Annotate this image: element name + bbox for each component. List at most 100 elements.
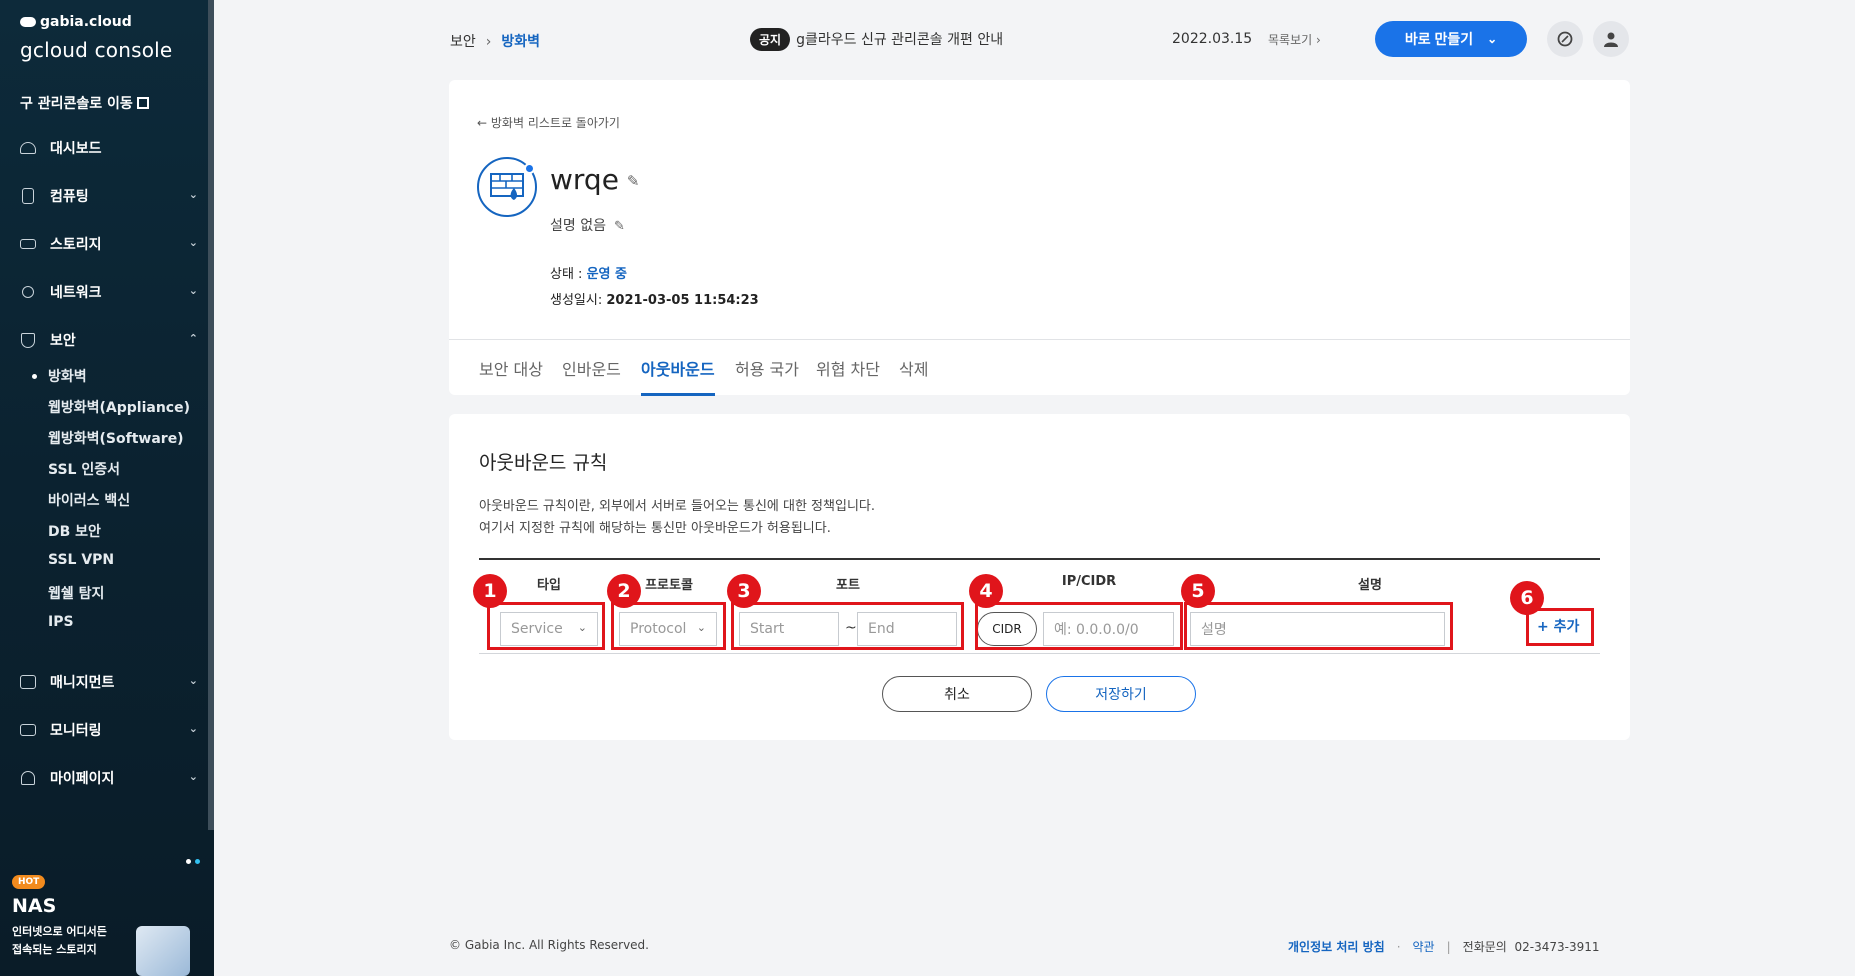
sidebar-sub-ssl-vpn[interactable]: SSL VPN (48, 552, 114, 568)
chevron-down-icon: ⌄ (188, 188, 198, 201)
status-dot (524, 163, 535, 174)
management-icon (18, 674, 38, 690)
sidebar-item-network[interactable]: 네트워크 ⌄ (18, 278, 198, 306)
detail-tabs: 보안 대상 인바운드 아웃바운드 허용 국가 위협 차단 삭제 (449, 339, 1630, 396)
edit-description-icon[interactable]: ✎ (614, 219, 625, 234)
notice-banner[interactable]: 공지 g클라우드 신규 관리콘솔 개편 안내 (750, 28, 1003, 51)
tab-threat-block[interactable]: 위협 차단 (816, 356, 880, 396)
sidebar-item-computing[interactable]: 컴퓨팅 ⌄ (18, 182, 198, 210)
tab-inbound[interactable]: 인바운드 (562, 356, 621, 396)
annotation-badge-3: 3 (727, 574, 761, 608)
annotation-box-4 (975, 602, 1183, 650)
phone-label: 전화문의 (1462, 940, 1507, 954)
tab-outbound[interactable]: 아웃바운드 (641, 356, 715, 396)
network-icon (18, 284, 38, 300)
arrow-left-icon: ← (477, 116, 488, 130)
terms-link[interactable]: 약관 (1413, 940, 1435, 954)
dashboard-icon (18, 140, 38, 156)
tab-allowed-countries[interactable]: 허용 국가 (735, 356, 799, 396)
promo-pager[interactable] (186, 852, 204, 868)
sidebar-sub-webshell[interactable]: 웹쉘 탐지 (48, 583, 104, 603)
copyright: © Gabia Inc. All Rights Reserved. (449, 938, 649, 952)
phone-number: 02-3473-3911 (1514, 940, 1600, 954)
annotation-badge-6: 6 (1510, 581, 1544, 615)
created-value: 2021-03-05 11:54:23 (606, 293, 759, 308)
external-link-icon (136, 97, 149, 109)
profile-button[interactable] (1593, 21, 1629, 57)
sidebar-sub-db-security[interactable]: DB 보안 (48, 521, 101, 541)
section-description: 아웃바운드 규칙이란, 외부에서 서버로 들어오는 통신에 대한 정책입니다. … (479, 499, 875, 536)
rules-table: 타입 프로토콜 포트 IP/CIDR 설명 Service ⌄ Protocol ⌄… (473, 558, 1600, 654)
section-title: 아웃바운드 규칙 (479, 452, 608, 474)
notice-list-link[interactable]: 목록보기 › (1268, 31, 1321, 48)
chevron-down-icon: ⌄ (188, 674, 198, 687)
breadcrumb-parent[interactable]: 보안 (450, 34, 476, 50)
topbar: 보안 › 방화벽 공지 g클라우드 신규 관리콘솔 개편 안내 2022.03.15 … (214, 0, 1855, 80)
quick-create-button[interactable]: 바로 만들기 ⌄ (1375, 21, 1527, 57)
chevron-down-icon: ⌄ (1487, 32, 1498, 46)
header-protocol: 프로토콜 (645, 578, 693, 593)
notice-text: g클라우드 신규 관리콘솔 개편 안내 (796, 32, 1004, 48)
sidebar-sub-waf-software[interactable]: 웹방화벽(Software) (48, 428, 184, 448)
annotation-box-2 (611, 602, 726, 650)
cloud-icon (20, 17, 36, 27)
sidebar: gabia.cloud gcloud console 구 관리콘솔로 이동 대시… (0, 0, 214, 976)
cancel-button[interactable]: 취소 (882, 676, 1032, 712)
sidebar-item-security[interactable]: 보안 ⌃ (18, 326, 198, 354)
chevron-down-icon: ⌄ (188, 284, 198, 297)
back-to-list-link[interactable]: ← 방화벽 리스트로 돌아가기 (477, 114, 620, 131)
firewall-wall-icon (490, 173, 524, 200)
annotation-box-5 (1184, 602, 1453, 650)
storage-icon (18, 236, 38, 252)
annotation-box-3 (731, 602, 964, 650)
edit-name-icon[interactable]: ✎ (627, 172, 640, 190)
brand-logo[interactable]: gabia.cloud (20, 14, 132, 30)
outbound-rules-card: 아웃바운드 규칙 아웃바운드 규칙이란, 외부에서 서버로 들어오는 통신에 대… (449, 414, 1630, 740)
user-icon (18, 770, 38, 786)
tab-security-target[interactable]: 보안 대상 (479, 356, 543, 396)
status-value: 운영 중 (586, 267, 627, 282)
sidebar-sub-ssl-cert[interactable]: SSL 인증서 (48, 459, 120, 479)
pager-dot-active[interactable] (195, 859, 200, 864)
sidebar-item-storage[interactable]: 스토리지 ⌄ (18, 230, 198, 258)
sidebar-item-monitoring[interactable]: 모니터링 ⌄ (18, 716, 198, 744)
hot-badge: HOT (12, 875, 46, 889)
privacy-policy-link[interactable]: 개인정보 처리 방침 (1288, 940, 1385, 954)
shield-icon (18, 332, 38, 348)
chevron-down-icon: ⌄ (188, 722, 198, 735)
pager-dot[interactable] (186, 859, 191, 864)
sidebar-sub-firewall[interactable]: 방화벽 (32, 366, 87, 386)
header-port: 포트 (836, 578, 860, 593)
sidebar-sub-antivirus[interactable]: 바이러스 백신 (48, 490, 130, 510)
chat-button[interactable] (1547, 21, 1583, 57)
annotation-badge-5: 5 (1181, 574, 1215, 608)
firewall-icon (477, 157, 537, 217)
created-row: 생성일시: 2021-03-05 11:54:23 (550, 293, 759, 308)
annotation-box-6 (1526, 608, 1594, 646)
notice-tag: 공지 (750, 28, 791, 51)
annotation-badge-2: 2 (607, 574, 641, 608)
brand-title[interactable]: gcloud console (20, 38, 172, 62)
sidebar-sub-ips[interactable]: IPS (48, 614, 74, 630)
sidebar-sub-waf-appliance[interactable]: 웹방화벽(Appliance) (48, 397, 190, 417)
header-ip-cidr: IP/CIDR (1061, 574, 1117, 589)
breadcrumb: 보안 › 방화벽 (450, 31, 540, 51)
chat-icon (1557, 31, 1573, 47)
legacy-console-link[interactable]: 구 관리콘솔로 이동 (20, 93, 149, 113)
tab-delete[interactable]: 삭제 (899, 356, 928, 396)
sidebar-scrollbar[interactable] (208, 0, 214, 830)
monitoring-icon (18, 722, 38, 738)
chevron-down-icon: ⌄ (188, 770, 198, 783)
sidebar-item-dashboard[interactable]: 대시보드 (18, 134, 198, 162)
sidebar-item-mypage[interactable]: 마이페이지 ⌄ (18, 764, 198, 792)
chevron-down-icon: ⌄ (188, 236, 198, 249)
annotation-box-1 (487, 602, 605, 650)
sidebar-item-management[interactable]: 매니지먼트 ⌄ (18, 668, 198, 696)
user-icon (1604, 32, 1618, 47)
header-description: 설명 (1358, 578, 1382, 593)
status-row: 상태 : 운영 중 (550, 267, 627, 282)
breadcrumb-separator-icon: › (485, 34, 492, 50)
save-button[interactable]: 저장하기 (1046, 676, 1196, 712)
firewall-detail-card: ← 방화벽 리스트로 돌아가기 wrqe ✎ 설명 없음 ✎ 상태 : 운영 중 생… (449, 80, 1630, 396)
promo-banner[interactable]: HOT NAS 인터넷으로 어디서든 접속되는 스토리지 (12, 872, 202, 976)
